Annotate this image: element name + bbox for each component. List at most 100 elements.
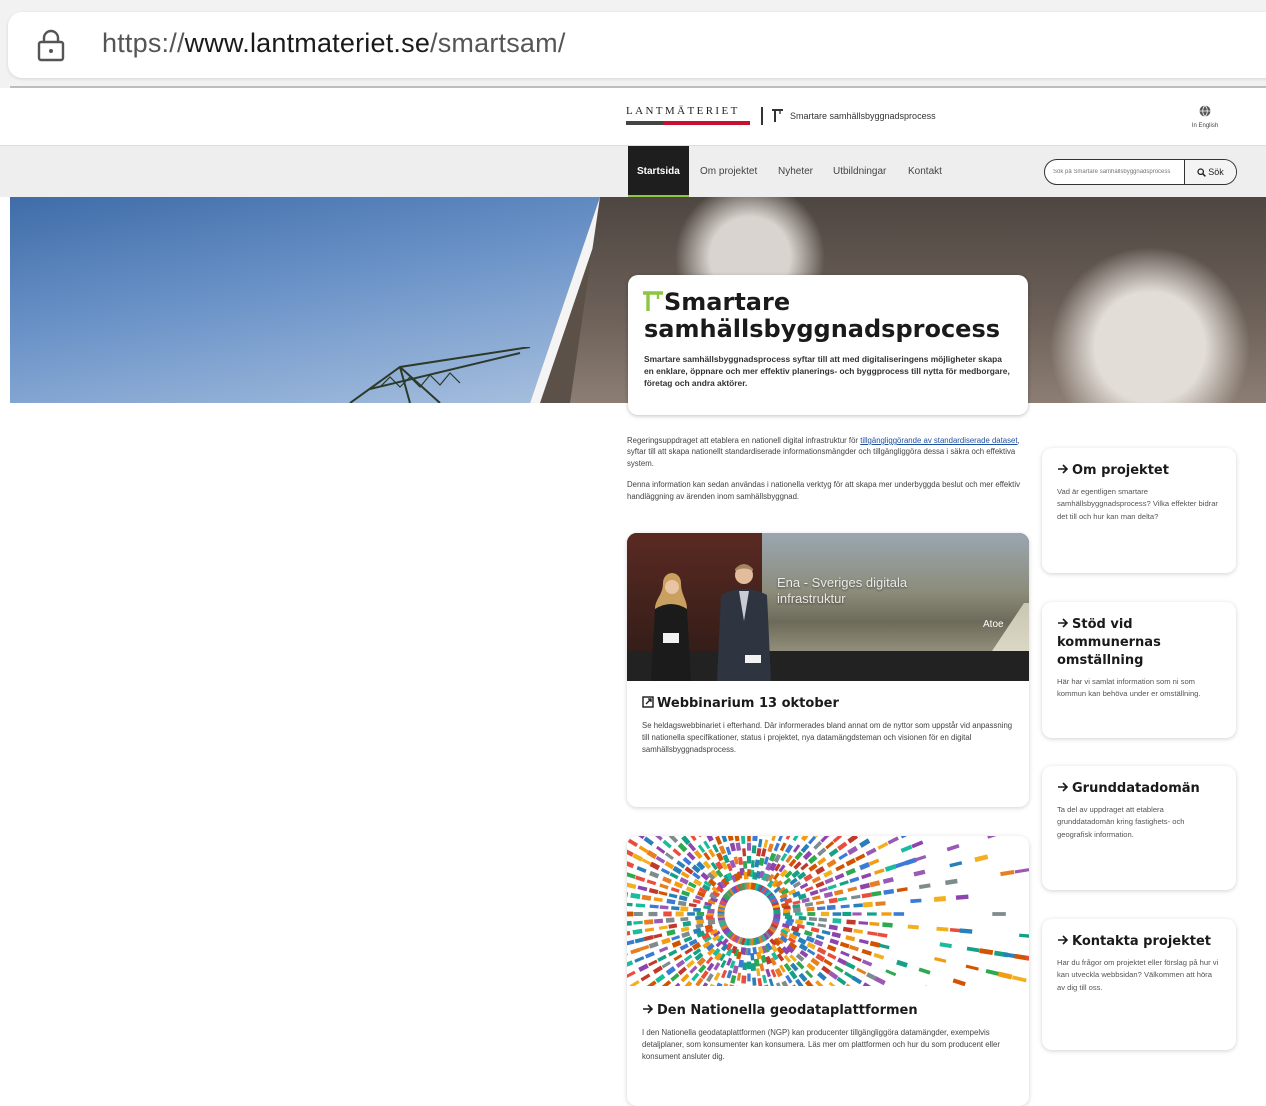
mosaic-tile [849, 876, 860, 883]
mosaic-tile [952, 978, 966, 987]
mosaic-tile [627, 848, 634, 857]
mosaic-tile [729, 842, 736, 852]
mosaic-tile [785, 836, 793, 840]
mosaic-tile [665, 966, 676, 976]
hero-description: Smartare samhällsbyggnadsprocess syftar … [644, 354, 1010, 389]
card-title-text: Den Nationella geodataplattformen [657, 1003, 918, 1018]
mosaic-tile [700, 872, 710, 881]
mosaic-tile [629, 980, 640, 989]
video-caption-line: Ena - Sveriges digitala [777, 575, 908, 590]
geodata-card[interactable]: Den Nationella geodataplattformen I den … [627, 836, 1029, 1106]
mosaic-tile [914, 855, 927, 862]
mosaic-tile [874, 976, 886, 986]
card-title[interactable]: Webbinarium 13 oktober [642, 696, 1014, 711]
side-card-text: Ta del av uppdraget att etablera grundda… [1057, 805, 1185, 839]
mosaic-tile [661, 980, 672, 989]
mosaic-tile [635, 875, 646, 883]
mosaic-tile [853, 903, 863, 908]
mosaic-tile [680, 906, 689, 912]
mosaic-tile [842, 926, 853, 933]
mosaic-tile [666, 929, 676, 937]
mosaic-tile [836, 976, 847, 986]
mosaic-tile [918, 883, 931, 890]
mosaic-tile [839, 880, 849, 887]
arrow-right-icon [1058, 782, 1069, 792]
side-card-kontakta[interactable]: Kontakta projektet Har du frågor om proj… [1042, 919, 1236, 1050]
nav-item-utbildningar[interactable]: Utbildningar [833, 146, 886, 198]
mosaic-tile [715, 836, 723, 846]
mosaic-tile [703, 840, 711, 850]
mosaic-tile [933, 896, 946, 902]
mosaic-tile [727, 984, 735, 994]
subbrand-link[interactable]: Smartare samhällsbyggnadsprocess [790, 111, 936, 121]
mosaic-tile [881, 912, 892, 916]
mosaic-tile [740, 836, 746, 845]
mosaic-tile [946, 843, 960, 852]
mosaic-tile [648, 959, 658, 967]
url-text[interactable]: https://www.lantmateriet.se/smartsam/ [102, 28, 566, 59]
mosaic-tile [687, 842, 697, 852]
mosaic-tile [939, 942, 952, 949]
mosaic-tile [817, 847, 827, 857]
nav-item-nyheter[interactable]: Nyheter [778, 146, 813, 198]
mosaic-tile [817, 971, 827, 981]
language-switch[interactable]: In English [1170, 104, 1240, 129]
mosaic-tile [934, 956, 947, 963]
mosaic-tile [805, 935, 815, 944]
mosaic-tile [627, 882, 637, 889]
mosaic-tile [714, 982, 723, 993]
side-card-text: Vad är egentligen smartare samhällsbyggn… [1057, 487, 1218, 521]
search-button[interactable]: Sök [1184, 160, 1236, 184]
mosaic-tile [680, 973, 690, 983]
mosaic-tile [826, 859, 837, 868]
arrow-right-icon [643, 1004, 654, 1014]
mosaic-tile [750, 963, 756, 971]
mosaic-tile [873, 868, 885, 875]
mosaic-tile [633, 920, 643, 925]
mosaic-tile [861, 959, 873, 967]
mosaic-tile [816, 906, 826, 911]
mosaic-tile [746, 961, 752, 970]
mosaic-tile [799, 882, 809, 890]
nav-item-startsida[interactable]: Startsida [628, 146, 689, 198]
mosaic-tile [829, 938, 840, 946]
mosaic-tile [918, 967, 931, 975]
card-title[interactable]: Den Nationella geodataplattformen [642, 1003, 1014, 1018]
mosaic-tile [834, 965, 844, 973]
mosaic-tile [949, 861, 963, 868]
mosaic-tile [979, 948, 994, 956]
webinar-card[interactable]: Ena - Sveriges digitala infrastruktur Ato… [627, 533, 1029, 807]
mosaic-tile [736, 972, 742, 981]
mosaic-tile [900, 836, 913, 839]
mosaic-tile [862, 901, 873, 908]
mosaic-tile [747, 973, 751, 982]
mosaic-tile [804, 886, 814, 893]
side-card-om-projektet[interactable]: Om projektet Vad är egentligen smartare … [1042, 448, 1236, 573]
page-title-text: Smartare samhällsbyggnadsprocess [644, 288, 1001, 343]
mosaic-tile [823, 869, 833, 878]
mosaic-tile [747, 869, 751, 877]
mosaic-tile [826, 904, 836, 911]
webinar-video-thumbnail[interactable]: Ena - Sveriges digitala infrastruktur Ato… [627, 533, 1029, 681]
nav-item-om-projektet[interactable]: Om projektet [700, 146, 757, 198]
mosaic-tile [643, 836, 654, 846]
nav-item-kontakt[interactable]: Kontakt [908, 146, 942, 198]
side-card-title: Stöd vid kommunernas omställning [1057, 616, 1221, 670]
mosaic-tile [730, 974, 737, 984]
mosaic-tile [658, 925, 668, 930]
side-card-grunddatadoman[interactable]: Grunddatadomän Ta del av uppdraget att e… [1042, 766, 1236, 890]
mosaic-tile [798, 972, 808, 983]
mosaic-tile [636, 866, 647, 873]
video-caption-line: infrastruktur [777, 591, 846, 606]
dataset-link[interactable]: tillgängliggörande av standardiserade da… [860, 436, 1017, 445]
mosaic-tile [644, 927, 655, 932]
mosaic-tile [798, 915, 807, 921]
search-input[interactable] [1053, 165, 1181, 179]
lantmateriet-logo[interactable]: LANTMÄTERIET [626, 105, 750, 131]
card-title-text: Webbinarium 13 oktober [657, 696, 839, 711]
mosaic-tile [992, 912, 1006, 916]
mosaic-tile [747, 836, 751, 842]
mosaic-tile [777, 836, 784, 842]
mosaic-tile [700, 982, 709, 992]
side-card-stod[interactable]: Stöd vid kommunernas omställning Här har… [1042, 602, 1236, 738]
